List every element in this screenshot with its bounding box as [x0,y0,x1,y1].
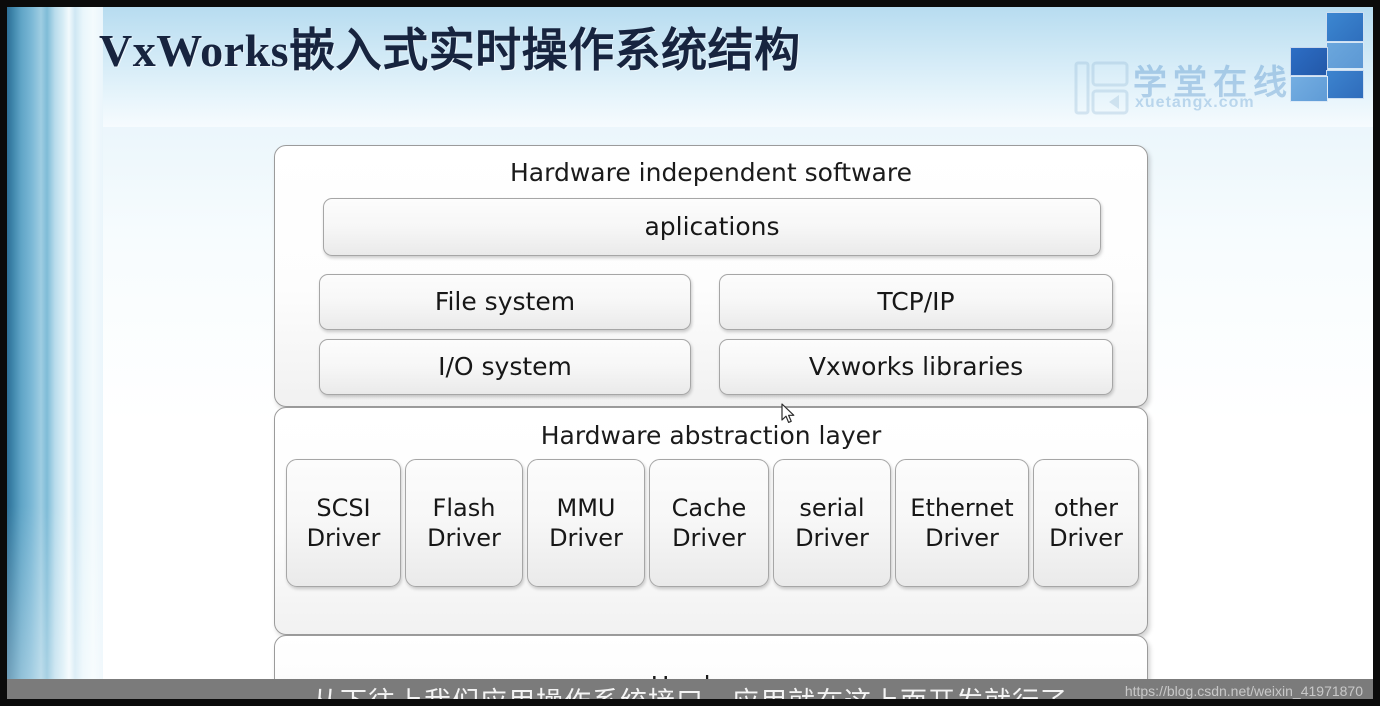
box-cache-driver-line2: Driver [672,524,746,552]
box-flash-driver[interactable]: Flash Driver [405,459,523,587]
box-file-system[interactable]: File system [319,274,691,330]
box-flash-driver-line1: Flash [432,494,496,522]
box-cache-driver-line1: Cache [671,494,747,522]
box-tcp-ip[interactable]: TCP/IP [719,274,1113,330]
box-other-driver-line2: Driver [1049,524,1123,552]
csdn-watermark-url: https://blog.csdn.net/weixin_41971870 [1124,683,1363,699]
box-io-system[interactable]: I/O system [319,339,691,395]
mouse-pointer-icon [781,403,797,425]
box-vxworks-libraries[interactable]: Vxworks libraries [719,339,1113,395]
box-other-driver[interactable]: other Driver [1033,459,1139,587]
corner-square-3 [1290,47,1328,76]
layer-title-hardware-independent-software: Hardware independent software [510,158,912,187]
layer-hardware-independent-software: Hardware independent software aplication… [274,145,1148,407]
box-serial-driver[interactable]: serial Driver [773,459,891,587]
corner-square-2 [1326,42,1364,69]
box-flash-driver-line2: Driver [427,524,501,552]
box-mmu-driver-line2: Driver [549,524,623,552]
box-aplications[interactable]: aplications [323,198,1101,256]
subtitle-bar: 从下往上我们应用操作系统接口，应用就在这上面开发就行了 https://blog… [7,679,1373,699]
box-ethernet-driver-line1: Ethernet [910,494,1014,522]
corner-square-5 [1290,76,1328,102]
layer-title-hardware-abstraction-layer: Hardware abstraction layer [540,421,882,450]
corner-square-4 [1326,70,1364,99]
left-stripes-fade [7,7,103,699]
box-mmu-driver[interactable]: MMU Driver [527,459,645,587]
page-title: VxWorks嵌入式实时操作系统结构 [99,25,801,76]
box-serial-driver-line1: serial [799,494,865,522]
box-other-driver-line1: other [1054,494,1118,522]
slide-canvas: VxWorks嵌入式实时操作系统结构 学堂在线 xuetangx.com Har… [0,0,1380,706]
box-serial-driver-line2: Driver [795,524,869,552]
box-scsi-driver[interactable]: SCSI Driver [286,459,401,587]
box-ethernet-driver[interactable]: Ethernet Driver [895,459,1029,587]
box-scsi-driver-line2: Driver [306,524,381,552]
box-cache-driver[interactable]: Cache Driver [649,459,769,587]
corner-square-1 [1326,12,1364,42]
box-mmu-driver-line1: MMU [556,494,616,522]
layer-hardware-abstraction-layer: Hardware abstraction layer SCSI Driver F… [274,407,1148,635]
box-scsi-driver-line1: SCSI [316,494,371,522]
box-ethernet-driver-line2: Driver [925,524,999,552]
